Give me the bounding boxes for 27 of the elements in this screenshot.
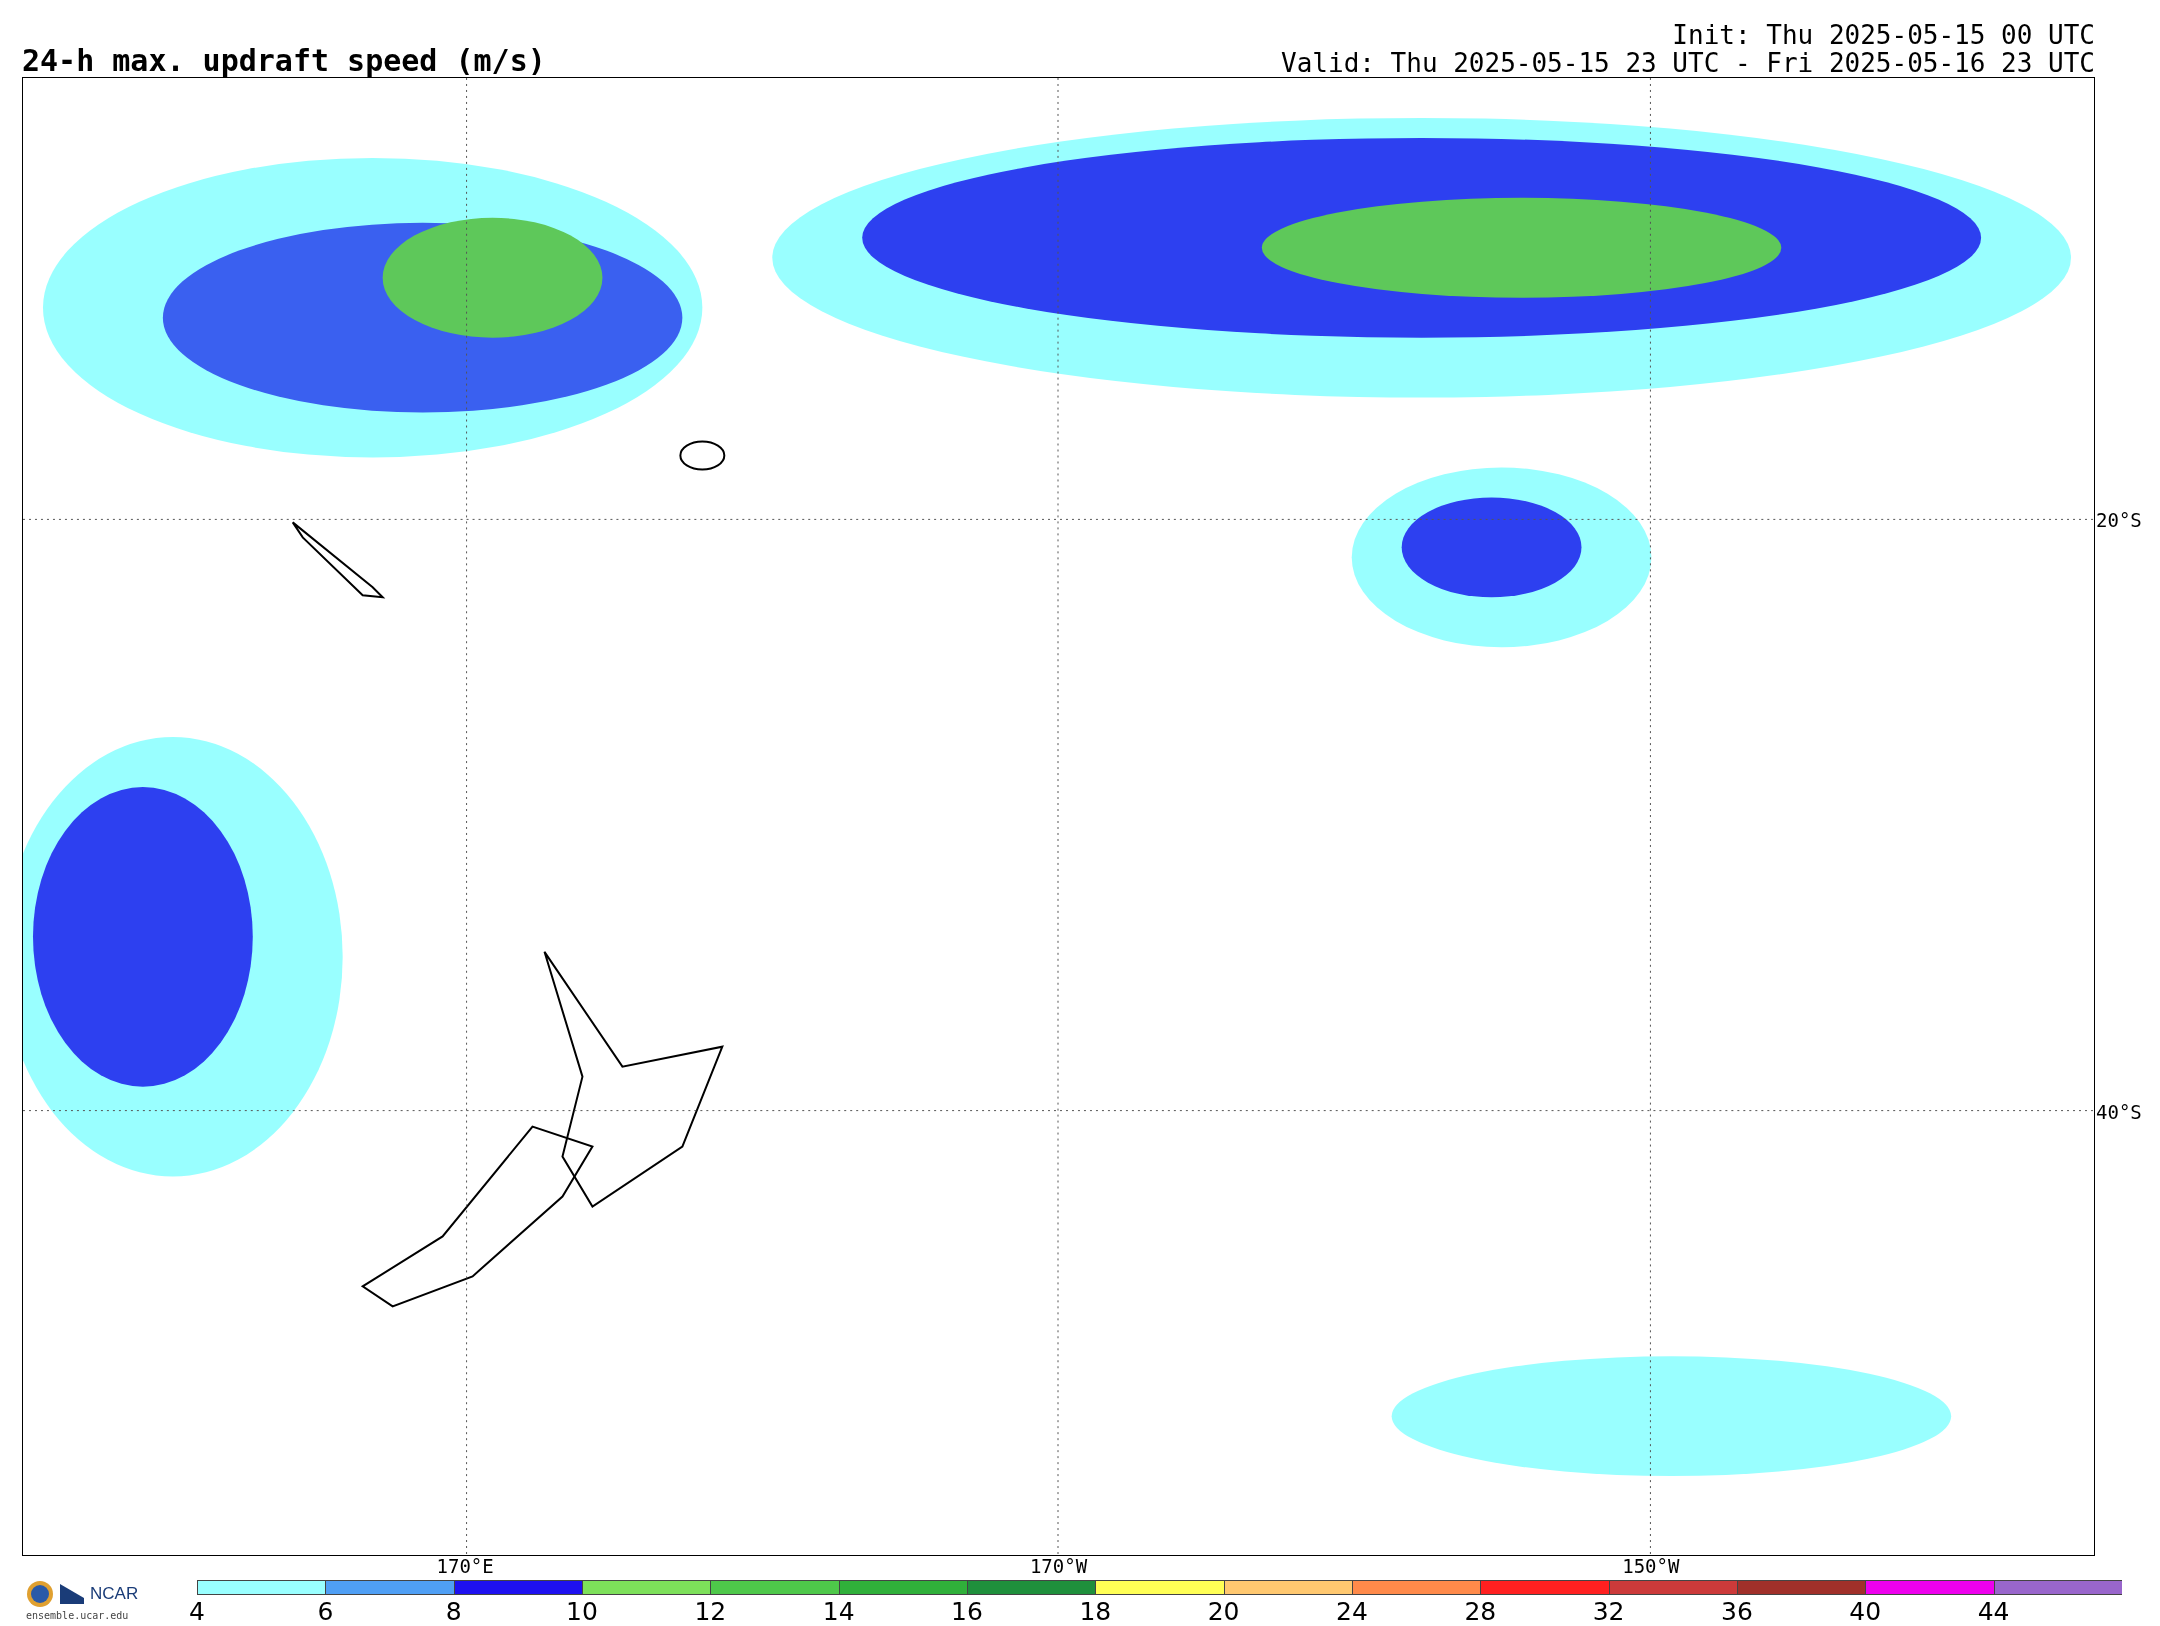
colorbar-label: 28	[1464, 1597, 1497, 1626]
colorbar-label: 6	[317, 1597, 334, 1626]
valid-period: Valid: Thu 2025-05-15 23 UTC - Fri 2025-05-16 23 UTC	[1281, 49, 2095, 77]
longitude-label: 150°W	[1622, 1555, 1680, 1577]
colorbar-label: 14	[822, 1597, 855, 1626]
colorbar-label: 12	[694, 1597, 727, 1626]
init-time: Init: Thu 2025-05-15 00 UTC	[1672, 22, 2095, 50]
colorbar-label: 24	[1336, 1597, 1368, 1626]
ncar-logo-text: NCAR	[90, 1584, 139, 1604]
colorbar-label: 8	[445, 1597, 462, 1626]
colorbar-label: 44	[1977, 1597, 2010, 1626]
colorbar-label: 36	[1721, 1597, 1753, 1626]
globe-seal-icon	[26, 1580, 54, 1608]
longitude-label: 170°E	[436, 1555, 494, 1577]
colorbar-label: 40	[1849, 1597, 1882, 1626]
colorbar-label: 10	[566, 1597, 598, 1626]
latitude-label: 20°S	[2096, 508, 2142, 531]
logo-mark-icon	[60, 1584, 84, 1604]
longitude-label: 170°W	[1029, 1555, 1088, 1577]
colorbar-label: 20	[1207, 1597, 1240, 1626]
colorbar-label: 32	[1592, 1597, 1625, 1626]
chart-title: 24-h max. updraft speed (m/s)	[22, 44, 546, 77]
latitude-label: 40°S	[2096, 1100, 2142, 1123]
colorbar-label: 18	[1079, 1597, 1112, 1626]
website-text: ensemble.ucar.edu	[26, 1610, 129, 1621]
colorbar-label: 16	[951, 1597, 983, 1626]
colorbar-label: 4	[189, 1597, 205, 1626]
